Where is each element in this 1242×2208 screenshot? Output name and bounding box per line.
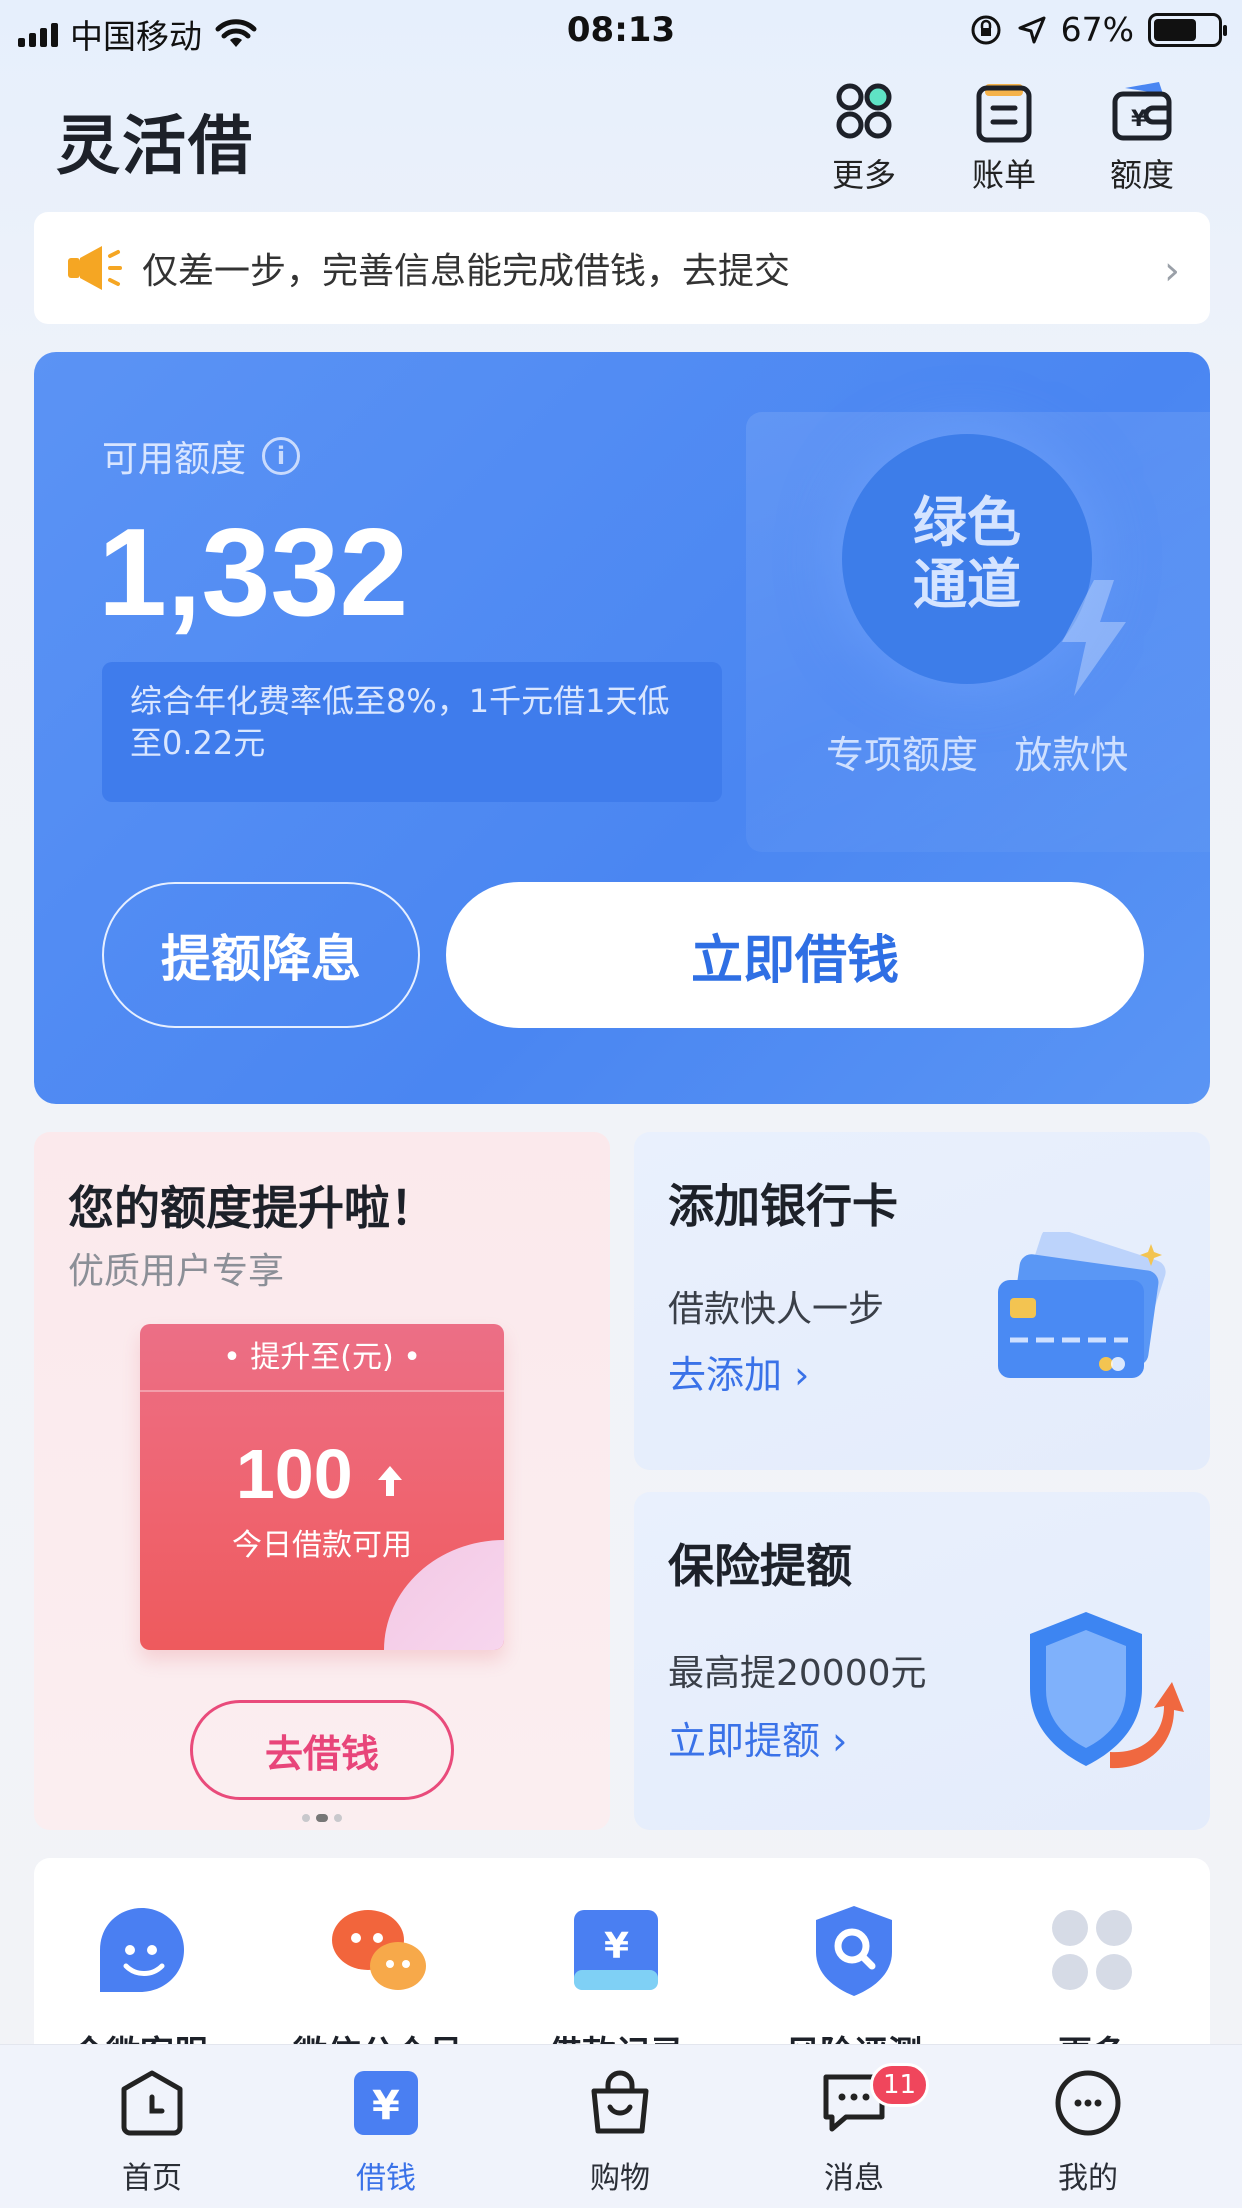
insurance-title: 保险提额	[668, 1539, 852, 1593]
notice-bar[interactable]: 仅差一步，完善信息能完成借钱，去提交 ›	[34, 212, 1210, 324]
quota-button[interactable]: ¥ 额度	[1082, 78, 1202, 196]
status-bar: 中国移动 08:13 67%	[0, 0, 1242, 62]
promo-title: 您的额度提升啦！	[68, 1181, 436, 1235]
bill-button[interactable]: 账单	[944, 78, 1064, 196]
battery-percent: 67%	[1060, 10, 1134, 49]
tab-messages[interactable]: 消息 11	[754, 2063, 954, 2197]
carousel-dots	[302, 1814, 342, 1822]
shield-icon	[1030, 1612, 1184, 1769]
rate-description: 综合年化费率低至8%，1千元借1天低至0.22元	[102, 662, 722, 802]
arrow-up-icon	[378, 1465, 403, 1496]
notice-text: 仅差一步，完善信息能完成借钱，去提交	[142, 251, 791, 292]
more-label: 更多	[831, 156, 896, 194]
megaphone-icon	[68, 246, 122, 290]
tab-label: 借钱	[356, 2161, 416, 2196]
svg-text:¥: ¥	[1131, 107, 1147, 132]
green-channel-subtitle: 专项额度 放款快	[826, 733, 1129, 777]
carousel-dot-active	[316, 1814, 328, 1822]
borrow-now-button[interactable]: 立即借钱	[446, 882, 1144, 1028]
unread-badge: 11	[870, 2063, 930, 2107]
insurance-desc: 最高提20000元	[668, 1653, 927, 1694]
carousel-dot	[302, 1814, 310, 1822]
available-credit-label: 可用额度 i	[102, 430, 301, 482]
bill-icon	[976, 84, 1032, 143]
home-clock-icon	[121, 2070, 183, 2136]
insurance-raise-card[interactable]: 保险提额 最高提20000元 立即提额 ›	[634, 1492, 1210, 1830]
raise-now-link[interactable]: 立即提额 ›	[668, 1710, 847, 1765]
add-bank-card-link[interactable]: 去添加 ›	[668, 1344, 809, 1399]
credit-card: 可用额度 i 1,332 综合年化费率低至8%，1千元借1天低至0.22元 绿色…	[34, 352, 1210, 1104]
tab-shopping[interactable]: 购物	[520, 2067, 720, 2197]
bank-card-title: 添加银行卡	[668, 1179, 898, 1233]
bank-card-desc: 借款快人一步	[668, 1289, 885, 1330]
tab-borrow[interactable]: ¥ 借钱	[286, 2067, 486, 2197]
promo-subtitle: 优质用户专享	[68, 1251, 285, 1292]
yuan-icon: ¥	[354, 2071, 418, 2135]
raise-limit-button[interactable]: 提额降息	[102, 882, 420, 1028]
ticket-header: • 提升至(元) •	[140, 1324, 504, 1392]
status-right: 67%	[969, 10, 1227, 49]
rotation-lock-icon	[971, 15, 1001, 44]
credit-amount: 1,332	[98, 504, 409, 642]
tab-label: 消息	[824, 2161, 884, 2196]
ticket-amount: 100	[235, 1435, 353, 1513]
more-grid-icon	[1052, 1910, 1132, 1990]
chevron-right-icon: ›	[1164, 248, 1180, 294]
risk-assessment-icon	[816, 1906, 892, 1996]
location-icon	[1018, 16, 1046, 43]
grid-icon	[836, 83, 892, 139]
battery-level	[1154, 18, 1196, 41]
customer-service-icon	[100, 1908, 184, 1992]
bank-card-icon	[998, 1232, 1166, 1378]
tab-label: 我的	[1058, 2161, 1118, 2196]
go-borrow-button[interactable]: 去借钱	[190, 1700, 454, 1800]
svg-text:¥: ¥	[604, 1926, 629, 1967]
tab-label: 首页	[122, 2161, 182, 2196]
quota-label: 额度	[1109, 156, 1174, 194]
wechat-icon	[332, 1910, 426, 1990]
available-credit-text: 可用额度	[102, 439, 247, 480]
svg-text:¥: ¥	[372, 2083, 400, 2129]
carousel-dot	[334, 1814, 342, 1822]
tab-profile[interactable]: 我的	[988, 2067, 1188, 2197]
ticket-amount-row: 100	[140, 1434, 504, 1514]
page-title: 灵活借	[56, 110, 254, 184]
loan-record-icon: ¥	[574, 1910, 658, 1990]
raise-ticket: • 提升至(元) • 100 今日借款可用	[140, 1324, 504, 1650]
green-channel-title-line1: 绿色	[913, 491, 1021, 554]
tab-home[interactable]: 首页	[52, 2067, 252, 2197]
more-button[interactable]: 更多	[804, 78, 924, 196]
battery-icon	[1148, 12, 1227, 47]
shopping-bag-icon	[591, 2070, 649, 2134]
bill-label: 账单	[971, 156, 1036, 194]
add-bank-card-card[interactable]: 添加银行卡 借款快人一步 去添加 ›	[634, 1132, 1210, 1470]
profile-icon	[1055, 2070, 1121, 2136]
tab-label: 购物	[590, 2161, 650, 2196]
lightning-icon	[1062, 580, 1126, 696]
bottom-tab-bar: 首页 ¥ 借钱 购物 消息 11 我的	[0, 2044, 1242, 2208]
wallet-icon: ¥	[1112, 82, 1172, 141]
limit-raised-card[interactable]: 您的额度提升啦！ 优质用户专享 • 提升至(元) • 100 今日借款可用 去借…	[34, 1132, 610, 1830]
info-icon[interactable]: i	[262, 437, 301, 475]
